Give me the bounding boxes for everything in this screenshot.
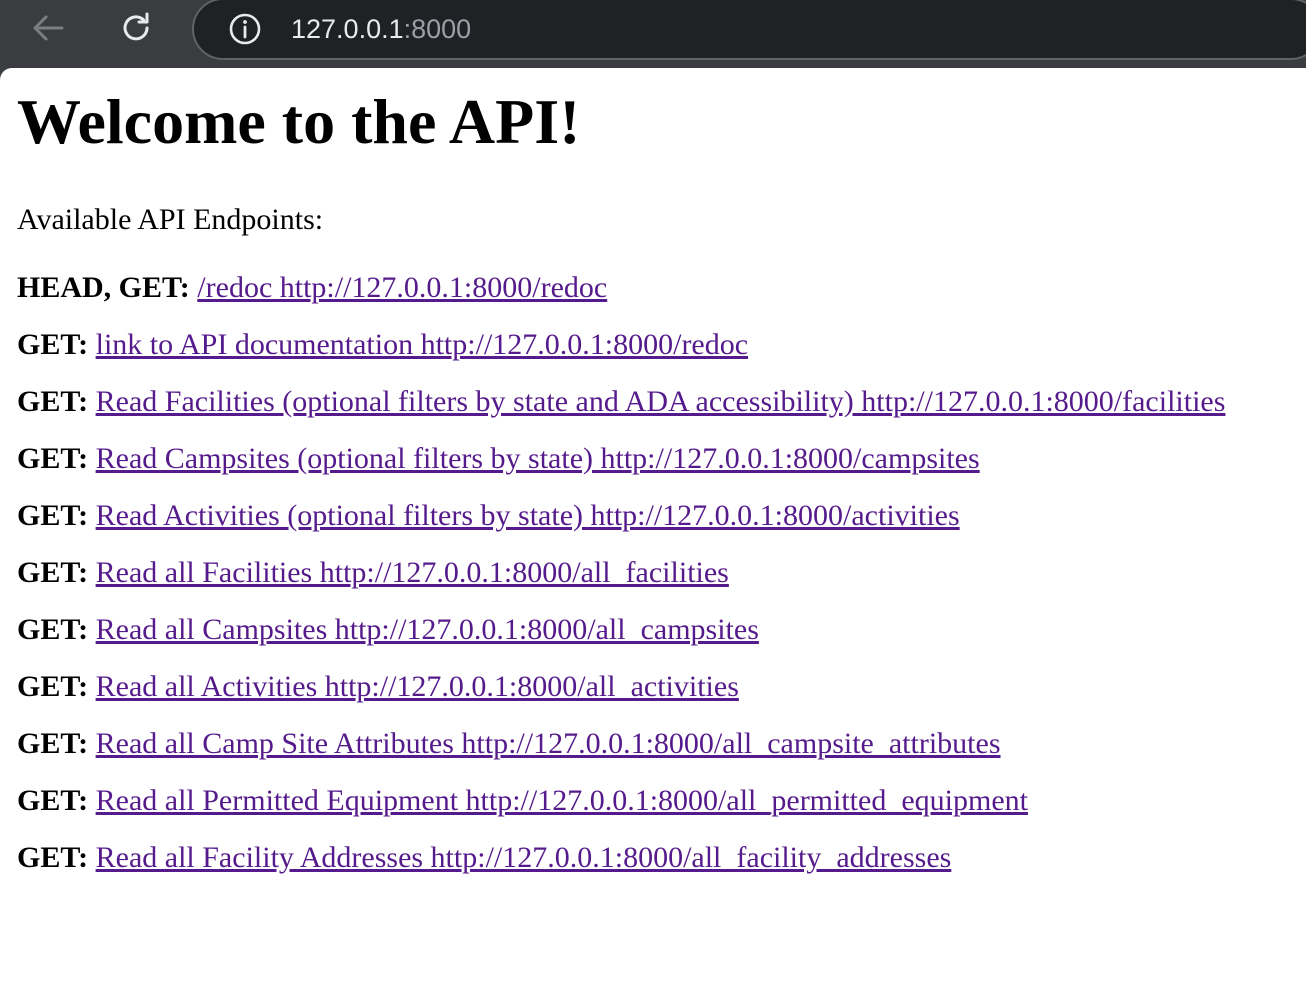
endpoint-method: GET: xyxy=(17,556,89,589)
endpoint-item: GET: Read all Permitted Equipment http:/… xyxy=(17,783,1225,840)
endpoint-link[interactable]: Read Facilities (optional filters by sta… xyxy=(96,385,1226,418)
browser-toolbar: 127.0.0.1:8000 xyxy=(0,0,1306,68)
endpoints-intro: Available API Endpoints: xyxy=(17,203,324,236)
endpoint-method: GET: xyxy=(17,442,89,475)
endpoint-link[interactable]: Read all Campsites http://127.0.0.1:8000… xyxy=(96,613,759,646)
url-host: 127.0.0.1 xyxy=(291,14,404,44)
endpoint-item: GET: Read Facilities (optional filters b… xyxy=(17,384,1225,441)
endpoint-link[interactable]: Read Activities (optional filters by sta… xyxy=(96,499,960,532)
endpoint-link[interactable]: Read all Facilities http://127.0.0.1:800… xyxy=(96,556,729,589)
endpoint-method: GET: xyxy=(17,499,89,532)
endpoint-method: GET: xyxy=(17,784,89,817)
endpoint-method: GET: xyxy=(17,841,89,874)
endpoint-item: GET: Read all Campsites http://127.0.0.1… xyxy=(17,612,1225,669)
endpoint-list: HEAD, GET: /redoc http://127.0.0.1:8000/… xyxy=(17,270,1225,897)
page-viewport: Welcome to the API! Available API Endpoi… xyxy=(0,68,1306,984)
endpoint-item: GET: Read all Facility Addresses http://… xyxy=(17,840,1225,897)
page-title: Welcome to the API! xyxy=(17,86,581,157)
site-info-button[interactable] xyxy=(228,12,262,46)
info-icon xyxy=(229,13,261,45)
endpoint-link[interactable]: link to API documentation http://127.0.0… xyxy=(96,328,748,361)
reload-button[interactable] xyxy=(115,7,157,49)
endpoint-method: GET: xyxy=(17,670,89,703)
endpoint-item: GET: Read Campsites (optional filters by… xyxy=(17,441,1225,498)
endpoint-link[interactable]: Read all Camp Site Attributes http://127… xyxy=(96,727,1001,760)
endpoint-method: GET: xyxy=(17,385,89,418)
endpoint-method: HEAD, GET: xyxy=(17,271,190,304)
address-bar[interactable]: 127.0.0.1:8000 xyxy=(192,0,1306,60)
endpoint-link[interactable]: Read all Activities http://127.0.0.1:800… xyxy=(96,670,739,703)
url-port: :8000 xyxy=(403,14,472,44)
url-text[interactable]: 127.0.0.1:8000 xyxy=(291,14,471,44)
endpoint-link[interactable]: Read all Permitted Equipment http://127.… xyxy=(96,784,1028,817)
endpoint-link[interactable]: /redoc http://127.0.0.1:8000/redoc xyxy=(197,271,607,304)
endpoint-method: GET: xyxy=(17,613,89,646)
endpoint-item: GET: Read all Activities http://127.0.0.… xyxy=(17,669,1225,726)
back-button[interactable] xyxy=(27,7,69,49)
endpoint-link[interactable]: Read Campsites (optional filters by stat… xyxy=(96,442,980,475)
endpoint-method: GET: xyxy=(17,328,89,361)
endpoint-item: GET: link to API documentation http://12… xyxy=(17,327,1225,384)
endpoint-item: GET: Read Activities (optional filters b… xyxy=(17,498,1225,555)
endpoint-item: GET: Read all Camp Site Attributes http:… xyxy=(17,726,1225,783)
endpoint-item: HEAD, GET: /redoc http://127.0.0.1:8000/… xyxy=(17,270,1225,327)
back-arrow-icon xyxy=(33,15,64,41)
endpoint-link[interactable]: Read all Facility Addresses http://127.0… xyxy=(96,841,952,874)
endpoint-item: GET: Read all Facilities http://127.0.0.… xyxy=(17,555,1225,612)
reload-icon xyxy=(123,12,149,41)
endpoint-method: GET: xyxy=(17,727,89,760)
